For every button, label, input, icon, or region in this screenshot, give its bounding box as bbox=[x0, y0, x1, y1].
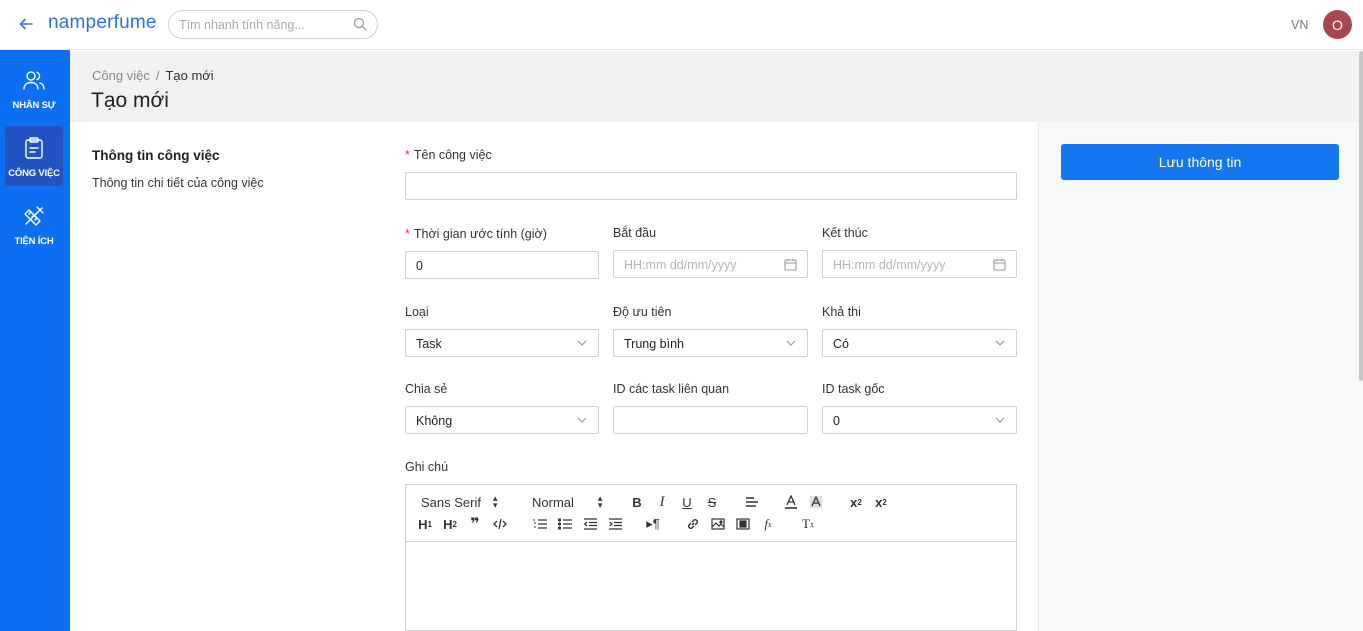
sidebar-item-cong-viec[interactable]: CÔNG VIỆC bbox=[5, 126, 63, 186]
main-content: Thông tin công việc Thông tin chi tiết c… bbox=[70, 122, 1038, 631]
brand-logo[interactable]: namperfume bbox=[48, 12, 157, 34]
font-select[interactable]: Sans Serif ▴ ▾ bbox=[421, 493, 511, 511]
chevron-down-icon bbox=[576, 414, 588, 426]
task-name-input[interactable] bbox=[405, 172, 1017, 200]
formula-icon[interactable]: fx bbox=[759, 515, 777, 533]
search-box[interactable] bbox=[168, 10, 378, 39]
bullet-list-icon[interactable] bbox=[556, 515, 574, 533]
chevron-down-icon bbox=[994, 414, 1006, 426]
breadcrumb-parent[interactable]: Công việc bbox=[92, 68, 150, 83]
type-label: Loại bbox=[405, 305, 429, 319]
calendar-icon bbox=[993, 258, 1006, 271]
root-task-select[interactable]: 0 bbox=[822, 406, 1017, 434]
sidebar-item-label: TIỆN ÍCH bbox=[14, 236, 54, 247]
avatar[interactable]: O bbox=[1323, 10, 1352, 39]
scrollbar[interactable] bbox=[1359, 51, 1363, 381]
users-icon bbox=[5, 66, 63, 94]
task-name-label: * Tên công việc bbox=[405, 148, 492, 162]
strike-icon[interactable]: S bbox=[704, 493, 720, 511]
end-label: Kết thúc bbox=[822, 226, 868, 240]
related-ids-label: ID các task liên quan bbox=[613, 382, 730, 396]
subscript-icon[interactable]: x2 bbox=[872, 493, 890, 511]
type-select[interactable]: Task bbox=[405, 329, 599, 357]
outdent-icon[interactable] bbox=[581, 515, 599, 533]
bold-icon[interactable]: B bbox=[629, 493, 645, 511]
italic-icon[interactable]: I bbox=[654, 493, 670, 511]
page-title: Tạo mới bbox=[91, 89, 169, 112]
underline-icon[interactable]: U bbox=[679, 493, 695, 511]
link-icon[interactable] bbox=[684, 515, 702, 533]
size-select[interactable]: Normal ▴ ▾ bbox=[532, 493, 612, 511]
related-ids-input[interactable] bbox=[613, 406, 808, 434]
feasible-label: Khả thi bbox=[822, 305, 861, 319]
sidebar-item-label: NHÂN SỰ bbox=[12, 100, 56, 111]
save-button[interactable]: Lưu thông tin bbox=[1061, 144, 1339, 180]
sidebar-item-nhan-su[interactable]: NHÂN SỰ bbox=[5, 58, 63, 118]
tools-icon bbox=[5, 202, 63, 230]
estimate-input[interactable]: 0 bbox=[405, 251, 599, 279]
calendar-icon bbox=[784, 258, 797, 271]
start-date-picker[interactable]: HH:mm dd/mm/yyyy bbox=[613, 250, 808, 278]
estimate-label: * Thời gian ước tính (giờ) bbox=[405, 227, 547, 241]
text-color-icon[interactable] bbox=[783, 493, 799, 511]
top-bar: namperfume VN O bbox=[0, 0, 1363, 50]
section-title: Thông tin công việc bbox=[92, 148, 220, 163]
search-icon[interactable] bbox=[353, 17, 367, 36]
section-description: Thông tin chi tiết của công việc bbox=[92, 176, 264, 190]
clean-format-icon[interactable]: Tx bbox=[799, 515, 817, 533]
sidebar: NHÂN SỰ CÔNG VIỆC TIỆN ÍCH bbox=[0, 50, 70, 631]
ordered-list-icon[interactable] bbox=[531, 515, 549, 533]
search-input[interactable] bbox=[179, 16, 349, 34]
chevron-down-icon bbox=[576, 337, 588, 349]
share-label: Chia sẻ bbox=[405, 382, 448, 396]
rich-text-editor: Sans Serif ▴▾ Normal ▴▾ B I U S x2 x2 bbox=[405, 484, 1017, 631]
clipboard-icon bbox=[5, 134, 63, 162]
image-icon[interactable] bbox=[709, 515, 727, 533]
priority-select[interactable]: Trung bình bbox=[613, 329, 808, 357]
feasible-select[interactable]: Có bbox=[822, 329, 1017, 357]
chevron-down-icon bbox=[994, 337, 1006, 349]
editor-content-area[interactable] bbox=[406, 543, 1016, 630]
page-header: Công việc / Tạo mới Tạo mới bbox=[70, 51, 1363, 122]
language-switcher[interactable]: VN bbox=[1291, 18, 1308, 32]
priority-label: Độ ưu tiên bbox=[613, 305, 672, 319]
start-label: Bắt đầu bbox=[613, 226, 657, 240]
breadcrumb-current: Tạo mới bbox=[165, 68, 214, 83]
video-icon[interactable] bbox=[734, 515, 752, 533]
sidebar-item-tien-ich[interactable]: TIỆN ÍCH bbox=[5, 194, 63, 254]
breadcrumb-separator: / bbox=[155, 68, 160, 83]
back-arrow-icon[interactable] bbox=[14, 12, 38, 36]
header2-icon[interactable]: H2 bbox=[441, 515, 459, 533]
align-icon[interactable] bbox=[744, 493, 760, 511]
indent-icon[interactable] bbox=[606, 515, 624, 533]
code-block-icon[interactable] bbox=[491, 515, 509, 533]
editor-toolbar: Sans Serif ▴▾ Normal ▴▾ B I U S x2 x2 bbox=[406, 485, 1016, 542]
share-select[interactable]: Không bbox=[405, 406, 599, 434]
sidebar-item-label: CÔNG VIỆC bbox=[8, 168, 60, 179]
root-task-label: ID task gốc bbox=[822, 382, 885, 396]
background-color-icon[interactable] bbox=[808, 493, 824, 511]
end-date-picker[interactable]: HH:mm dd/mm/yyyy bbox=[822, 250, 1017, 278]
header1-icon[interactable]: H1 bbox=[416, 515, 434, 533]
action-panel: Lưu thông tin bbox=[1038, 122, 1363, 631]
blockquote-icon[interactable]: ❞ bbox=[466, 515, 484, 533]
rtl-direction-icon[interactable]: ▸¶ bbox=[644, 515, 662, 533]
breadcrumb: Công việc / Tạo mới bbox=[92, 68, 214, 83]
superscript-icon[interactable]: x2 bbox=[847, 493, 865, 511]
note-label: Ghi chú bbox=[405, 460, 449, 474]
chevron-down-icon bbox=[785, 337, 797, 349]
